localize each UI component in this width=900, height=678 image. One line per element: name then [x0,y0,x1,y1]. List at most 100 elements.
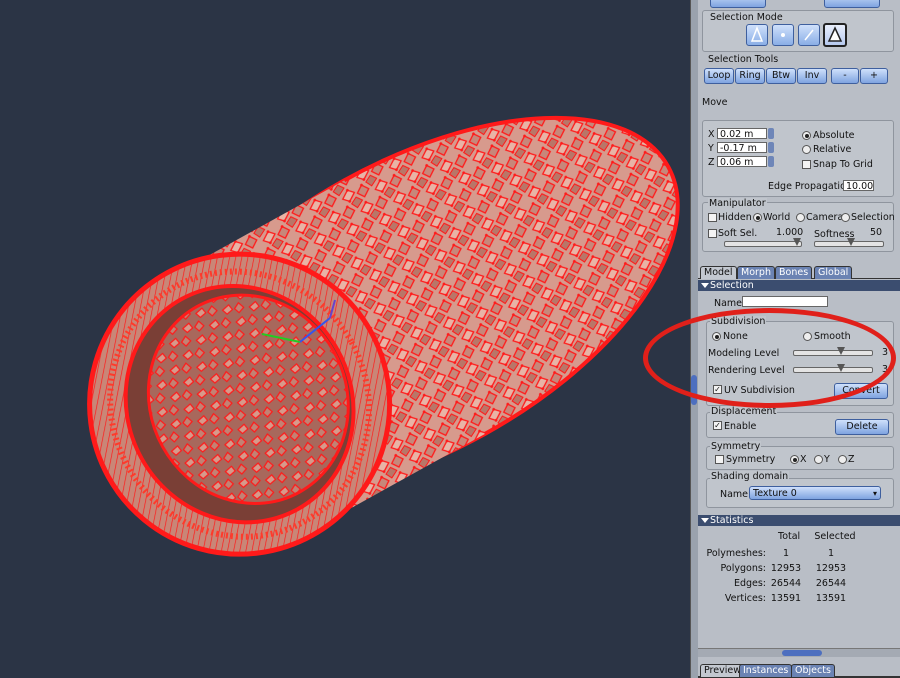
modeling-level-slider[interactable] [793,347,873,356]
selection-tools-title: Selection Tools [708,54,779,65]
statistics-section-header[interactable]: Statistics [698,515,900,526]
subdivision-title: Subdivision [710,316,767,327]
soft-selection-checkbox[interactable] [708,229,717,238]
top-button-2[interactable] [824,0,880,8]
hidden-label: Hidden [718,212,752,223]
uv-subdivision-label: UV Subdivision [724,385,795,396]
y-stepper[interactable] [768,142,774,153]
convert-button[interactable]: Convert [834,383,888,399]
shading-name-label: Name [720,489,749,500]
camera-label: Camera [806,212,844,223]
x-stepper[interactable] [768,128,774,139]
world-label: World [763,212,791,223]
ring-button[interactable]: Ring [735,68,765,84]
stats-col-selected: Selected [814,531,856,542]
absolute-radio[interactable] [802,131,811,140]
symmetry-title: Symmetry [710,441,762,452]
subdivision-smooth-radio[interactable] [803,332,812,341]
face-mode-icon[interactable] [823,23,847,47]
shading-domain-title: Shading domain [710,471,790,482]
edge-propagation-label: Edge Propagation [768,181,852,192]
shading-name-value: Texture 0 [753,488,797,499]
selection-radio[interactable] [841,213,850,222]
symmetry-y-radio[interactable] [814,455,823,464]
y-field[interactable]: -0.17 m [717,142,767,154]
tab-global[interactable]: Global [814,266,853,279]
3d-viewport[interactable] [0,0,690,678]
point-mode-icon[interactable] [772,24,794,46]
enable-label: Enable [724,421,757,432]
modeling-level-value: 3 [882,347,889,358]
relative-label: Relative [813,144,852,155]
tire-model-render[interactable] [0,0,690,678]
symmetry-z-radio[interactable] [838,455,847,464]
symmetry-checkbox[interactable] [715,455,724,464]
x-field[interactable]: 0.02 m [717,128,767,140]
soft-selection-value: 1.000 [776,227,804,238]
top-button-1[interactable] [710,0,766,8]
symmetry-x-radio[interactable] [790,455,799,464]
stat-label: Polymeshes: [706,548,766,559]
delete-button[interactable]: Delete [835,419,889,435]
snap-checkbox[interactable] [802,160,811,169]
rendering-level-label: Rendering Level [708,365,785,376]
selection-section-header[interactable]: Selection [698,280,900,291]
softness-thumb[interactable] [847,238,855,246]
z-field[interactable]: 0.06 m [717,156,767,168]
tab-objects[interactable]: Objects [791,664,835,677]
stat-total: 1 [782,548,790,559]
stat-total: 12953 [770,563,802,574]
soft-selection-thumb[interactable] [793,238,801,246]
symmetry-label: Symmetry [726,454,776,465]
between-button[interactable]: Btw [766,68,796,84]
invert-button[interactable]: Inv [797,68,827,84]
tab-bones[interactable]: Bones [775,266,813,279]
softness-value: 50 [870,227,883,238]
shading-name-select[interactable]: Texture 0 ▾ [749,486,881,500]
tab-morph[interactable]: Morph [737,266,775,279]
relative-radio[interactable] [802,145,811,154]
tab-instances[interactable]: Instances [739,664,793,677]
grow-button[interactable]: + [860,68,888,84]
subdivision-none-radio[interactable] [712,332,721,341]
selection-label: Selection [851,212,895,223]
vertex-mode-icon[interactable] [746,24,768,46]
name-field[interactable] [742,296,828,307]
edge-mode-icon[interactable] [798,24,820,46]
soft-selection-slider[interactable] [724,238,802,247]
selection-mode-title: Selection Mode [710,12,783,23]
hidden-checkbox[interactable] [708,213,717,222]
absolute-label: Absolute [813,130,855,141]
rendering-level-value: 3 [882,364,889,375]
stat-label: Vertices: [724,593,766,604]
splitter-grip[interactable] [782,650,822,656]
x-label: X [708,129,715,140]
softness-slider[interactable] [814,238,884,247]
z-label: Z [708,157,715,168]
rendering-level-slider[interactable] [793,364,873,373]
snap-label: Snap To Grid [813,159,873,170]
stat-selected: 13591 [815,593,847,604]
loop-button[interactable]: Loop [704,68,734,84]
chevron-down-icon: ▾ [872,489,877,498]
subdivision-none-label: None [723,331,748,342]
properties-panel: Selection Mode Selection Tools Loop Ring… [698,0,900,678]
stat-total: 26544 [770,578,802,589]
enable-checkbox[interactable]: ✓ [713,421,722,430]
stat-total: 13591 [770,593,802,604]
manipulator-title: Manipulator [708,198,767,209]
rendering-level-thumb[interactable] [836,364,845,372]
tab-model[interactable]: Model [700,266,737,279]
modeling-level-thumb[interactable] [836,347,845,355]
world-radio[interactable] [753,213,762,222]
shrink-button[interactable]: - [831,68,859,84]
edge-propagation-field[interactable]: 10.00 [843,180,874,192]
bottom-splitter[interactable] [698,648,900,657]
divider-grip[interactable] [691,375,697,405]
symmetry-y-label: Y [824,454,830,465]
z-stepper[interactable] [768,156,774,167]
camera-radio[interactable] [796,213,805,222]
move-title: Move [702,97,728,108]
stats-col-total: Total [778,531,801,542]
uv-subdivision-checkbox[interactable]: ✓ [713,385,722,394]
